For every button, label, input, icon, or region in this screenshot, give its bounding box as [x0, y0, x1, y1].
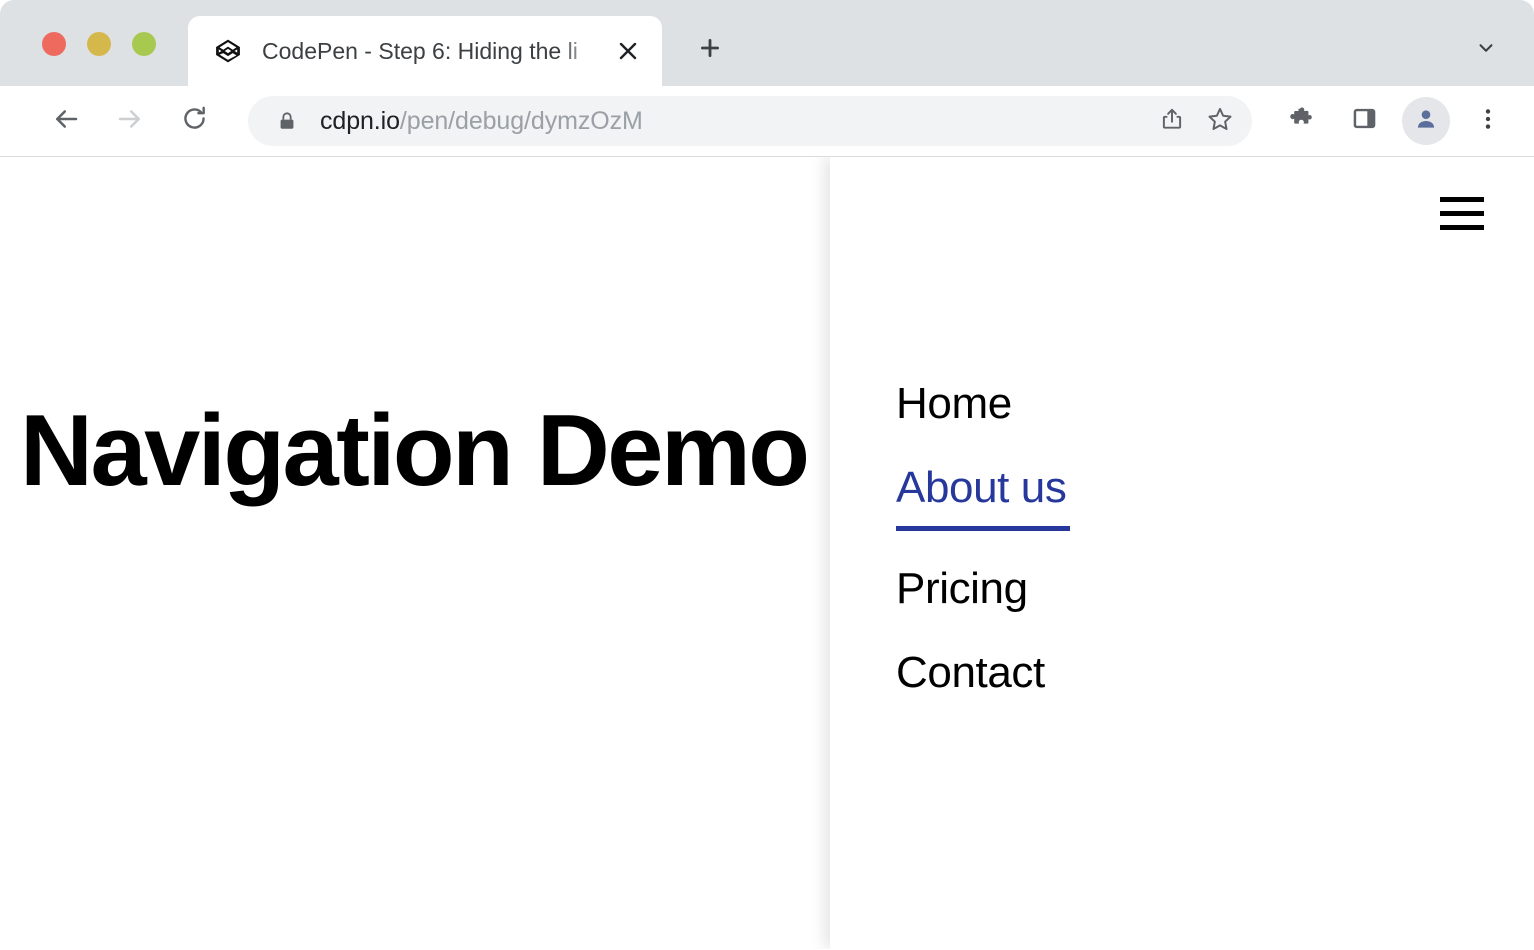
browser-toolbar: cdpn.io/pen/debug/dymzOzM [0, 86, 1534, 157]
avatar [1402, 97, 1450, 145]
url-path: /pen/debug/dymzOzM [400, 107, 643, 135]
profile-button[interactable] [1402, 97, 1450, 145]
window-controls [42, 32, 156, 56]
extensions-button[interactable] [1278, 97, 1326, 145]
puzzle-piece-icon [1288, 105, 1316, 138]
url-host: cdpn.io [320, 107, 400, 135]
three-dot-menu-icon [1475, 106, 1501, 137]
nav-link-contact[interactable]: Contact [896, 648, 1045, 699]
share-icon [1159, 106, 1185, 137]
nav-list: Home About us Pricing Contact [896, 379, 1070, 731]
minimize-window-button[interactable] [87, 32, 111, 56]
tab-title: CodePen - Step 6: Hiding the li [262, 38, 578, 64]
nav-link-home[interactable]: Home [896, 379, 1012, 430]
profile-avatar-icon [1413, 106, 1439, 137]
bookmark-button[interactable] [1196, 97, 1244, 145]
hamburger-bar-2 [1440, 211, 1484, 216]
tab-title-wrapper: CodePen - Step 6: Hiding the li [262, 34, 608, 68]
list-item: Home [896, 379, 1070, 430]
hamburger-menu-icon[interactable] [1440, 193, 1488, 233]
list-item: Contact [896, 648, 1070, 699]
list-item: About us [896, 463, 1070, 532]
chevron-down-icon [1475, 37, 1497, 64]
share-button[interactable] [1148, 97, 1196, 145]
side-panel-icon [1351, 105, 1378, 137]
browser-tab[interactable]: CodePen - Step 6: Hiding the li [188, 16, 662, 86]
forward-arrow-icon [115, 104, 145, 139]
hamburger-bar-3 [1440, 225, 1484, 230]
tab-strip: CodePen - Step 6: Hiding the li [0, 0, 1534, 86]
page-title: Navigation Demo [20, 395, 807, 508]
tab-search-button[interactable] [1464, 28, 1508, 72]
reload-button[interactable] [170, 97, 218, 145]
close-icon[interactable] [608, 31, 648, 71]
back-arrow-icon [51, 104, 81, 139]
new-tab-button[interactable] [686, 26, 734, 74]
reload-icon [180, 104, 209, 138]
address-bar[interactable]: cdpn.io/pen/debug/dymzOzM [248, 96, 1252, 146]
page-viewport: Navigation Demo Home About us Pricing Co… [0, 157, 1534, 949]
codepen-logo-icon [214, 37, 242, 65]
forward-button[interactable] [106, 97, 154, 145]
lock-icon [276, 110, 298, 132]
back-button[interactable] [42, 97, 90, 145]
navigation-panel: Home About us Pricing Contact [830, 157, 1534, 949]
url-text: cdpn.io/pen/debug/dymzOzM [320, 107, 1148, 136]
browser-window: CodePen - Step 6: Hiding the li [0, 0, 1534, 950]
nav-link-pricing[interactable]: Pricing [896, 564, 1028, 615]
nav-link-about-us[interactable]: About us [896, 463, 1070, 532]
close-window-button[interactable] [42, 32, 66, 56]
side-panel-button[interactable] [1340, 97, 1388, 145]
maximize-window-button[interactable] [132, 32, 156, 56]
browser-menu-button[interactable] [1464, 97, 1512, 145]
list-item: Pricing [896, 564, 1070, 615]
hamburger-bar-1 [1440, 197, 1484, 202]
plus-icon [697, 35, 723, 66]
star-icon [1206, 105, 1234, 138]
